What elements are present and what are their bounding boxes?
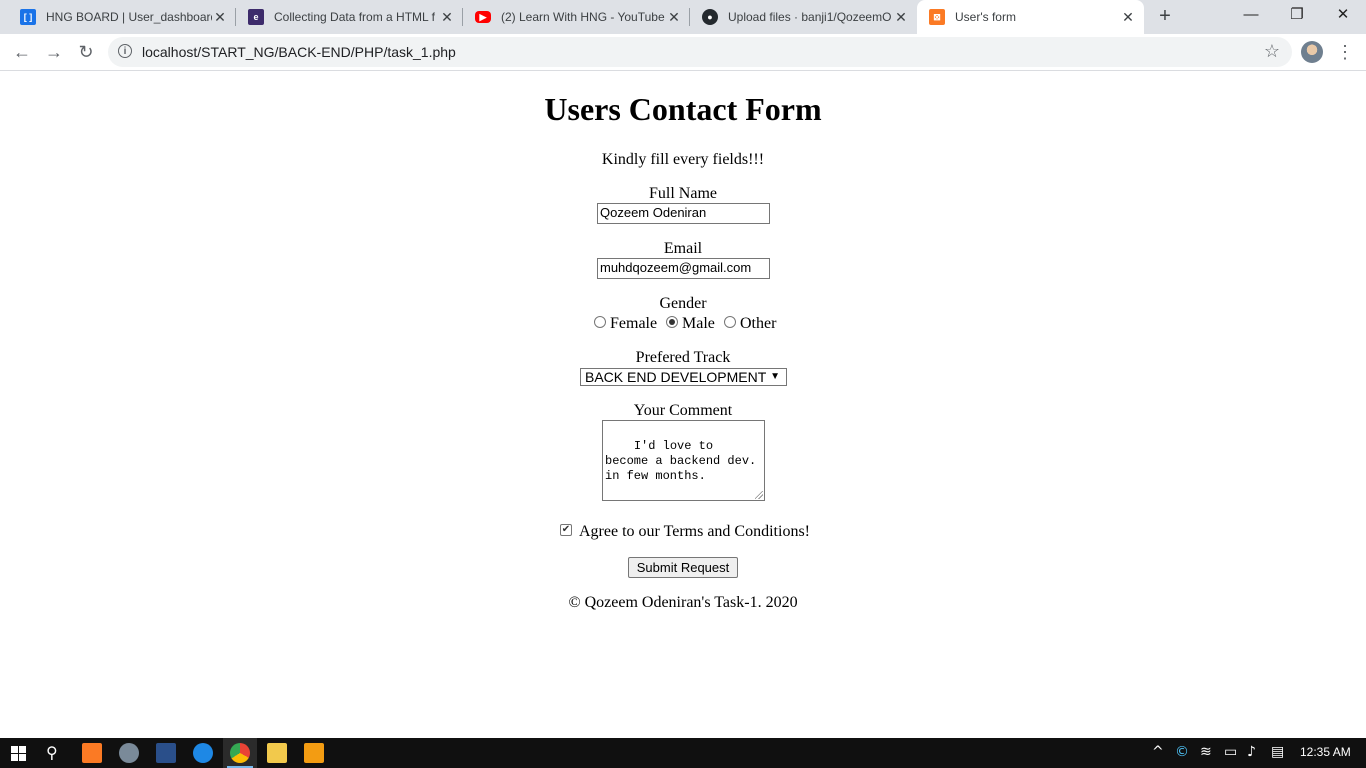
chrome-icon — [230, 743, 250, 763]
close-icon[interactable]: ✕ — [439, 9, 455, 26]
comment-label: Your Comment — [633, 402, 733, 419]
footer-text: © Qozeem Odeniran's Task-1. 2020 — [568, 594, 798, 611]
file-explorer-icon[interactable] — [267, 743, 287, 763]
instruction-text: Kindly fill every fields!!! — [601, 151, 765, 168]
bookmark-star-icon[interactable]: ☆ — [1264, 41, 1280, 62]
close-icon[interactable]: ✕ — [666, 9, 682, 26]
gender-option-male: Male — [682, 315, 715, 332]
comment-textarea[interactable]: I'd love to become a backend dev. in few… — [602, 420, 765, 501]
info-icon[interactable]: i — [118, 44, 132, 58]
tab-youtube[interactable]: ▶ (2) Learn With HNG - YouTube ✕ — [463, 0, 690, 34]
gender-radio-male[interactable] — [666, 316, 678, 328]
tab-title: HNG BOARD | User_dashboard — [46, 10, 212, 24]
address-bar[interactable]: i localhost/START_NG/BACK-END/PHP/task_1… — [108, 37, 1292, 67]
clock-time[interactable]: 12:35 AM — [1300, 745, 1351, 759]
page-title: Users Contact Form — [544, 91, 822, 127]
back-arrow-icon[interactable]: ← — [10, 40, 34, 64]
reload-icon[interactable]: ↻ — [74, 40, 98, 64]
close-icon[interactable]: ✕ — [1120, 9, 1136, 26]
track-select[interactable]: BACK END DEVELOPMENT ▼ — [580, 368, 787, 386]
forward-arrow-icon[interactable]: → — [42, 40, 66, 64]
xampp-taskbar-icon[interactable] — [82, 743, 102, 763]
close-icon[interactable]: ✕ — [212, 9, 228, 26]
terms-checkbox[interactable]: ✔ — [560, 524, 572, 536]
browser-menu-icon[interactable]: ⋮ — [1336, 40, 1354, 64]
gender-radio-other[interactable] — [724, 316, 736, 328]
terms-label: Agree to our Terms and Conditions! — [579, 523, 810, 540]
notifications-icon[interactable]: ▤ — [1271, 744, 1284, 760]
dropdown-arrow-icon: ▼ — [770, 371, 780, 382]
xampp-icon: ⊠ — [929, 9, 945, 25]
tab-title: Collecting Data from a HTML f — [274, 10, 435, 24]
track-selected-value: BACK END DEVELOPMENT — [585, 369, 767, 385]
page-content: Users Contact Form Kindly fill every fie… — [0, 71, 1366, 738]
restore-button[interactable]: ❐ — [1274, 0, 1320, 30]
full-name-input[interactable]: Qozeem Odeniran — [597, 203, 770, 224]
wifi-icon[interactable]: ≋ — [1200, 744, 1212, 760]
url-text[interactable]: localhost/START_NG/BACK-END/PHP/task_1.p… — [142, 44, 456, 60]
internet-explorer-icon[interactable] — [193, 743, 213, 763]
battery-icon[interactable]: ▭ — [1224, 744, 1237, 760]
full-name-label: Full Name — [649, 185, 717, 202]
profile-avatar[interactable] — [1301, 41, 1323, 63]
gender-radio-female[interactable] — [594, 316, 606, 328]
minimize-button[interactable]: — — [1228, 0, 1274, 30]
tab-strip: [ ] HNG BOARD | User_dashboard ✕ e Colle… — [0, 0, 1366, 34]
windows-taskbar: ⚲ ^ © ≋ ▭ ♪ ▤ 12:35 AM — [0, 738, 1366, 768]
tab-github[interactable]: ● Upload files · banji1/QozeemO ✕ — [690, 0, 917, 34]
search-icon[interactable]: ⚲ — [46, 743, 58, 762]
resize-handle-icon[interactable] — [755, 491, 763, 499]
tab-collecting-data[interactable]: e Collecting Data from a HTML f ✕ — [236, 0, 463, 34]
close-icon[interactable]: ✕ — [893, 9, 909, 26]
tab-title: Upload files · banji1/QozeemO — [728, 10, 892, 24]
email-label: Email — [663, 240, 703, 257]
gender-option-other: Other — [740, 315, 777, 332]
tab-hng-board[interactable]: [ ] HNG BOARD | User_dashboard ✕ — [8, 0, 236, 34]
ccleaner-icon[interactable]: © — [1175, 744, 1189, 760]
github-icon: ● — [702, 9, 718, 25]
sublime-text-icon[interactable] — [304, 743, 324, 763]
chrome-taskbar-button[interactable] — [223, 738, 257, 768]
comment-text: I'd love to become a backend dev. in few… — [605, 439, 764, 483]
youtube-icon: ▶ — [475, 11, 491, 23]
gender-label: Gender — [659, 295, 707, 312]
gender-option-female: Female — [610, 315, 658, 332]
tab-title: User's form — [955, 10, 1016, 24]
image-viewer-taskbar-icon[interactable] — [156, 743, 176, 763]
volume-icon[interactable]: ♪ — [1247, 744, 1256, 760]
window-close-button[interactable]: ✕ — [1320, 0, 1366, 30]
chevron-up-icon[interactable]: ^ — [1152, 744, 1164, 760]
windows-start-icon[interactable] — [11, 746, 26, 761]
paint-taskbar-icon[interactable] — [119, 743, 139, 763]
submit-button[interactable]: Submit Request — [628, 557, 738, 578]
track-label: Prefered Track — [635, 349, 731, 366]
new-tab-button[interactable]: + — [1154, 5, 1176, 27]
browser-toolbar: ← → ↻ i localhost/START_NG/BACK-END/PHP/… — [0, 34, 1366, 71]
tab-users-form[interactable]: ⊠ User's form ✕ — [917, 0, 1144, 34]
hng-board-icon: [ ] — [20, 9, 36, 25]
tutorial-site-icon: e — [248, 9, 264, 25]
email-input[interactable]: muhdqozeem@gmail.com — [597, 258, 770, 279]
tab-title: (2) Learn With HNG - YouTube — [501, 10, 665, 24]
